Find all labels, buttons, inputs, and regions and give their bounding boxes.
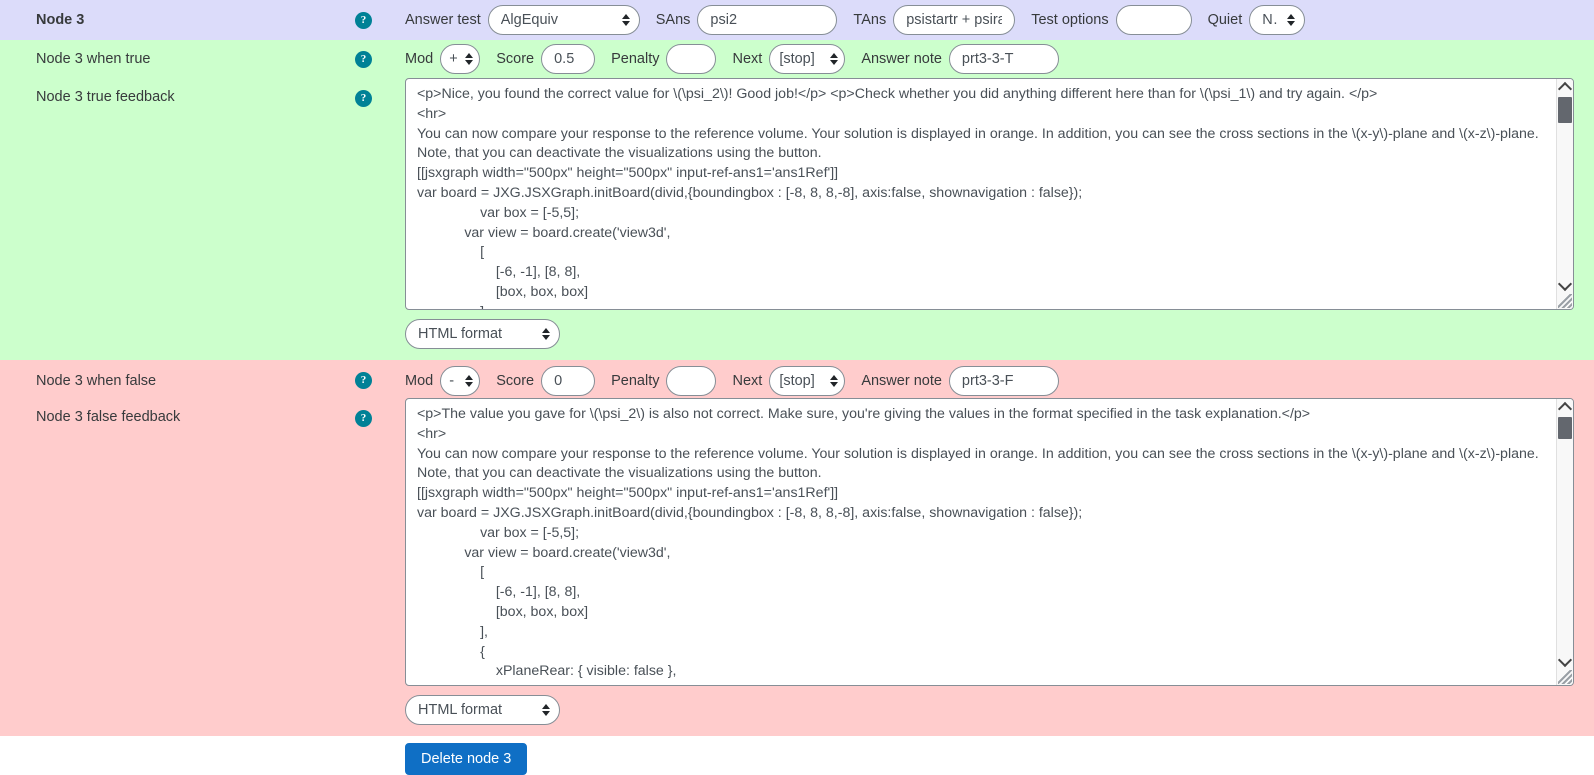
false-next-label: Next — [732, 372, 763, 389]
false-feedback-row: Node 3 false feedback ? <p>The value you… — [0, 398, 1594, 686]
test-options-label: Test options — [1031, 12, 1109, 28]
true-format-select[interactable]: HTML format — [405, 319, 560, 349]
false-score-label: Score — [496, 372, 535, 389]
true-next-value: [stop] — [779, 51, 815, 67]
quiet-select[interactable]: No — [1249, 5, 1306, 35]
node-false-section: Node 3 when false ? Mod - Score Penalty … — [0, 360, 1594, 736]
true-feedback-row: Node 3 true feedback ? <p>Nice, you foun… — [0, 78, 1594, 310]
false-format-row: HTML format — [0, 686, 1594, 736]
true-score-label: Score — [496, 51, 535, 67]
false-penalty-input[interactable] — [666, 365, 717, 396]
true-feedback-label: Node 3 true feedback — [36, 89, 175, 105]
true-feedback-help-cell: ? — [355, 78, 405, 107]
true-penalty-label: Penalty — [611, 51, 660, 67]
chevron-down-icon — [1557, 276, 1573, 292]
sans-input[interactable] — [697, 5, 838, 35]
false-next-value: [stop] — [779, 372, 815, 389]
chevron-updown-icon — [830, 374, 839, 387]
false-feedback-help-cell: ? — [355, 398, 405, 427]
true-row-label: Node 3 when true — [36, 51, 151, 67]
true-answer-note-input[interactable] — [948, 44, 1059, 74]
chevron-up-icon — [1557, 401, 1573, 417]
node-title: Node 3 — [36, 12, 85, 28]
quiet-label: Quiet — [1207, 12, 1243, 28]
false-controls-row: Node 3 when false ? Mod - Score Penalty … — [0, 360, 1594, 398]
false-help-cell: ? — [355, 372, 405, 389]
prt-node-3: Node 3 ? Answer test AlgEquiv SAns TAns … — [0, 0, 1594, 775]
node-true-section: Node 3 when true ? Mod + Score Penalty N… — [0, 40, 1594, 360]
test-options-input[interactable] — [1115, 5, 1192, 35]
true-feedback-text: <p>Nice, you found the correct value for… — [417, 86, 1539, 309]
false-row-label: Node 3 when false — [36, 372, 157, 389]
node-footer: Delete node 3 — [0, 736, 1594, 775]
true-format-value: HTML format — [418, 326, 503, 342]
quiet-value: No — [1262, 12, 1278, 28]
true-score-input[interactable] — [541, 44, 596, 74]
scroll-up-button[interactable] — [1557, 79, 1573, 97]
scrollbar-thumb[interactable] — [1558, 417, 1572, 439]
true-help-cell: ? — [355, 50, 405, 68]
false-feedback-editor: <p>The value you gave for \(\psi_2\) is … — [405, 398, 1574, 686]
question-mark-circle-icon[interactable]: ? — [355, 50, 372, 68]
textarea-resize-grip[interactable] — [1558, 670, 1572, 684]
true-feedback-scrollbar[interactable] — [1556, 79, 1573, 309]
answer-test-value: AlgEquiv — [500, 12, 558, 28]
node-header-fields: Answer test AlgEquiv SAns TAns Test opti… — [405, 5, 1594, 35]
false-fields: Mod - Score Penalty Next [stop] Answer n… — [405, 365, 1594, 396]
false-answer-note-label: Answer note — [861, 372, 942, 389]
answer-test-select[interactable]: AlgEquiv — [487, 5, 640, 35]
true-feedback-editor: <p>Nice, you found the correct value for… — [405, 78, 1574, 310]
false-mod-label: Mod — [405, 372, 434, 389]
false-mod-select[interactable]: - — [440, 365, 481, 396]
tans-input[interactable] — [893, 5, 1016, 35]
true-penalty-input[interactable] — [666, 44, 717, 74]
false-format-select[interactable]: HTML format — [405, 695, 560, 725]
scrollbar-thumb[interactable] — [1558, 97, 1572, 123]
scroll-down-button[interactable] — [1557, 276, 1573, 294]
chevron-up-icon — [1557, 81, 1573, 97]
true-mod-select[interactable]: + — [440, 44, 481, 74]
chevron-updown-icon — [1287, 14, 1296, 26]
false-feedback-text: <p>The value you gave for \(\psi_2\) is … — [417, 406, 1539, 685]
question-mark-circle-icon[interactable]: ? — [355, 410, 372, 427]
true-mod-label: Mod — [405, 51, 434, 67]
textarea-resize-grip[interactable] — [1558, 294, 1572, 308]
false-penalty-label: Penalty — [611, 372, 660, 389]
answer-test-label: Answer test — [405, 12, 481, 28]
true-fields: Mod + Score Penalty Next [stop] Answer n… — [405, 44, 1594, 74]
question-mark-circle-icon[interactable]: ? — [355, 11, 372, 29]
false-feedback-scrollbar[interactable] — [1556, 399, 1573, 685]
true-next-label: Next — [732, 51, 763, 67]
true-controls-row: Node 3 when true ? Mod + Score Penalty N… — [0, 40, 1594, 78]
chevron-updown-icon — [465, 374, 474, 387]
chevron-updown-icon — [542, 704, 550, 716]
false-mod-value: - — [449, 372, 455, 389]
chevron-updown-icon — [542, 328, 550, 340]
node-help-cell: ? — [355, 11, 405, 29]
chevron-updown-icon — [621, 14, 630, 26]
false-score-input[interactable] — [541, 365, 596, 396]
question-mark-circle-icon[interactable]: ? — [355, 90, 372, 107]
chevron-updown-icon — [465, 53, 474, 65]
true-next-select[interactable]: [stop] — [769, 44, 846, 74]
scroll-down-button[interactable] — [1557, 652, 1573, 670]
sans-label: SAns — [655, 12, 691, 28]
false-answer-note-input[interactable] — [948, 365, 1059, 396]
false-format-value: HTML format — [418, 702, 503, 718]
chevron-down-icon — [1557, 652, 1573, 668]
true-format-row: HTML format — [0, 310, 1594, 360]
node-header-row: Node 3 ? Answer test AlgEquiv SAns TAns … — [0, 0, 1594, 40]
false-next-select[interactable]: [stop] — [769, 365, 846, 396]
delete-node-button[interactable]: Delete node 3 — [405, 743, 528, 775]
tans-label: TAns — [853, 12, 887, 28]
true-mod-value: + — [449, 51, 458, 67]
false-feedback-textarea[interactable]: <p>The value you gave for \(\psi_2\) is … — [405, 398, 1574, 686]
scroll-up-button[interactable] — [1557, 399, 1573, 417]
true-answer-note-label: Answer note — [861, 51, 942, 67]
question-mark-circle-icon[interactable]: ? — [355, 372, 372, 389]
true-feedback-textarea[interactable]: <p>Nice, you found the correct value for… — [405, 78, 1574, 310]
chevron-updown-icon — [830, 53, 839, 65]
false-feedback-label: Node 3 false feedback — [36, 409, 181, 425]
